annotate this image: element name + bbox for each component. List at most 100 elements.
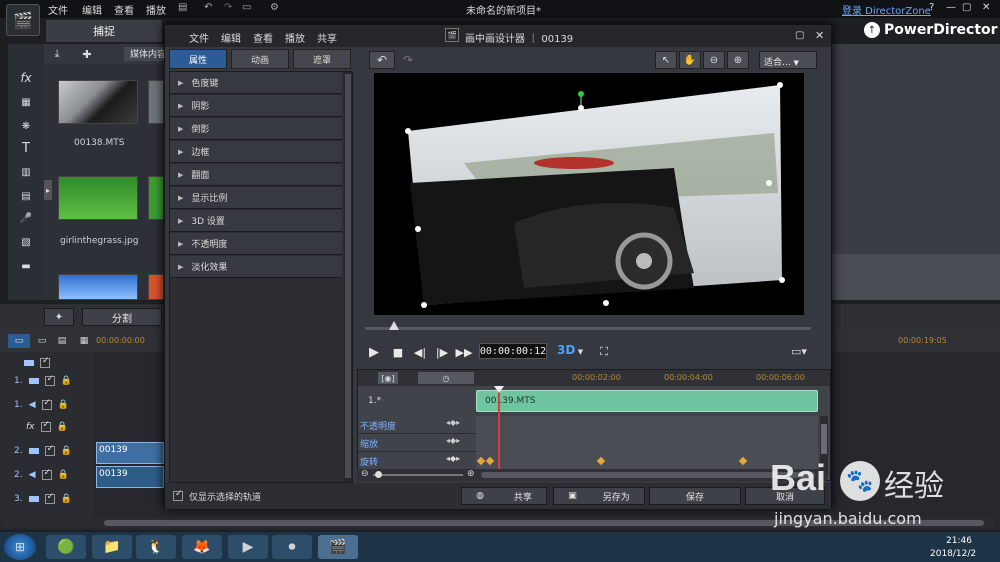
pip-object[interactable] [374,73,804,315]
resize-handle[interactable] [779,277,785,283]
rotate-handle[interactable] [578,91,584,97]
kf-track[interactable] [476,416,818,434]
dialog-menu-play[interactable]: 播放 [285,30,305,45]
media-thumbnail[interactable] [58,80,138,124]
resize-handle[interactable] [777,82,783,88]
dialog-maximize-icon[interactable]: ▢ [795,30,804,41]
media-thumbnail[interactable] [148,274,164,300]
fx-icon[interactable]: fx [16,70,36,86]
lock-icon[interactable]: 🔒 [61,376,72,386]
add-keyframe-icon[interactable]: ◂◆▸ [446,436,460,445]
keyframe-hscroll[interactable] [481,472,815,478]
redo-icon[interactable]: ↷ [224,2,232,13]
media-thumbnail[interactable] [58,274,138,300]
clock-icon[interactable]: ◷ [418,372,474,384]
prop-3d-settings[interactable]: ▶ 3D 设置 [170,210,342,232]
stop-icon[interactable]: ■ [391,345,405,359]
preview-canvas[interactable] [374,73,804,315]
kf-track[interactable] [476,452,818,470]
redo-icon[interactable]: ↷ [397,51,419,69]
dialog-close-icon[interactable]: ✕ [815,29,824,42]
audio-mix-icon[interactable]: ▤ [16,188,36,204]
prop-chroma-key[interactable]: ▶ 色度键 [170,72,342,94]
lock-icon[interactable]: 🔒 [61,446,72,456]
select-cursor-icon[interactable]: ↖ [655,51,677,69]
display-mode-icon[interactable]: ▭▾ [791,345,817,359]
scrubber-thumb[interactable] [389,321,399,330]
keyframe-nav-icon[interactable]: [◉] [378,372,398,384]
prop-shadow[interactable]: ▶ 阴影 [170,95,342,117]
media-thumbnail[interactable] [58,176,138,220]
track-manager-icon[interactable]: ▤ [54,334,70,348]
subtitle-icon[interactable]: ▬ [16,258,36,274]
scrubber-track[interactable] [365,327,811,330]
tab-mask[interactable]: 遮罩 [293,49,351,69]
resize-handle[interactable] [415,226,421,232]
3d-mode-toggle[interactable]: 3D ▼ [557,343,583,357]
keyframe-marker[interactable] [485,456,495,466]
lock-icon[interactable]: 🔒 [58,400,69,410]
playhead-marker[interactable] [494,386,504,393]
start-button-icon[interactable]: ⊞ [4,534,36,560]
menu-file[interactable]: 文件 [48,2,68,17]
lock-icon[interactable]: 🔒 [58,470,69,480]
add-keyframe-icon[interactable]: ◂◆▸ [446,418,460,427]
zoom-out-icon[interactable]: ⊖ [703,51,725,69]
zoom-in-icon[interactable]: ⊕ [727,51,749,69]
prop-flip[interactable]: ▶ 翻面 [170,164,342,186]
import-icon[interactable]: ⤓ [44,46,70,62]
open-icon[interactable]: ▤ [178,2,187,13]
resize-handle[interactable] [766,180,772,186]
taskbar-firefox-icon[interactable]: 🦊 [182,535,222,559]
collapse-handle[interactable]: ▸ [44,180,52,200]
dialog-menu-file[interactable]: 文件 [189,30,209,45]
maximize-icon[interactable]: ▢ [962,2,971,13]
zoom-in-icon[interactable]: ⊕ [467,469,475,479]
undo-icon[interactable]: ↶ [369,51,395,69]
taskbar-qq-icon[interactable]: 🐧 [136,535,176,559]
resolution-icon[interactable]: ▭ [242,2,251,13]
prop-border[interactable]: ▶ 边框 [170,141,342,163]
capture-tab[interactable]: 捕捉 [46,20,162,42]
share-button[interactable]: ◍ 共享 [461,487,547,505]
playhead[interactable] [498,386,500,480]
gear-icon[interactable]: ⚙ [270,2,279,13]
zoom-slider[interactable] [373,474,463,476]
prop-opacity[interactable]: ▶ 不透明度 [170,233,342,255]
lock-icon[interactable]: 🔒 [61,494,72,504]
save-as-button[interactable]: ▣ 另存为 [553,487,645,505]
resize-handle[interactable] [405,128,411,134]
add-keyframe-icon[interactable]: ◂◆▸ [446,454,460,463]
taskbar-folder-icon[interactable]: 📁 [92,535,132,559]
preview-scrubber[interactable] [365,321,811,337]
prop-aspect-ratio[interactable]: ▶ 显示比例 [170,187,342,209]
undo-icon[interactable]: ↶ [204,2,212,13]
chapter-icon[interactable]: ▧ [16,234,36,250]
play-icon[interactable]: ▶ [367,345,381,360]
login-link[interactable]: 登录 DirectorZone [842,2,931,17]
resize-handle[interactable] [421,302,427,308]
timecode-display[interactable]: 00:00:00:12 [479,343,547,359]
taskbar-player-icon[interactable]: ▶ [228,535,268,559]
zoom-slider-thumb[interactable] [375,471,382,478]
magic-tools-icon[interactable]: ✦ [44,308,74,326]
media-thumbnail[interactable] [148,176,164,220]
close-icon[interactable]: ✕ [982,2,990,13]
keyframe-marker[interactable] [476,456,486,466]
fit-icon[interactable]: ▦ [76,334,92,348]
menu-edit[interactable]: 编辑 [82,2,102,17]
keyframe-marker[interactable] [738,456,748,466]
menu-view[interactable]: 查看 [114,2,134,17]
fullscreen-icon[interactable]: ⛶ [597,345,611,359]
next-frame-icon[interactable]: |▶ [435,345,449,359]
hand-icon[interactable]: ✋ [679,51,701,69]
resize-handle[interactable] [578,105,584,111]
taskbar-powerdirector-icon[interactable]: 🎬 [318,535,358,559]
prev-frame-icon[interactable]: ◀| [413,345,427,359]
timeline-view-icon[interactable]: ▭ [8,334,30,348]
split-button[interactable]: 分割 [82,308,162,326]
zoom-select[interactable]: 适合... ▼ [759,51,817,69]
keyframe-clip[interactable]: 00139.MTS [476,390,818,412]
taskbar-browser-icon[interactable]: 🟢 [46,535,86,559]
lock-icon[interactable]: 🔒 [57,422,68,432]
